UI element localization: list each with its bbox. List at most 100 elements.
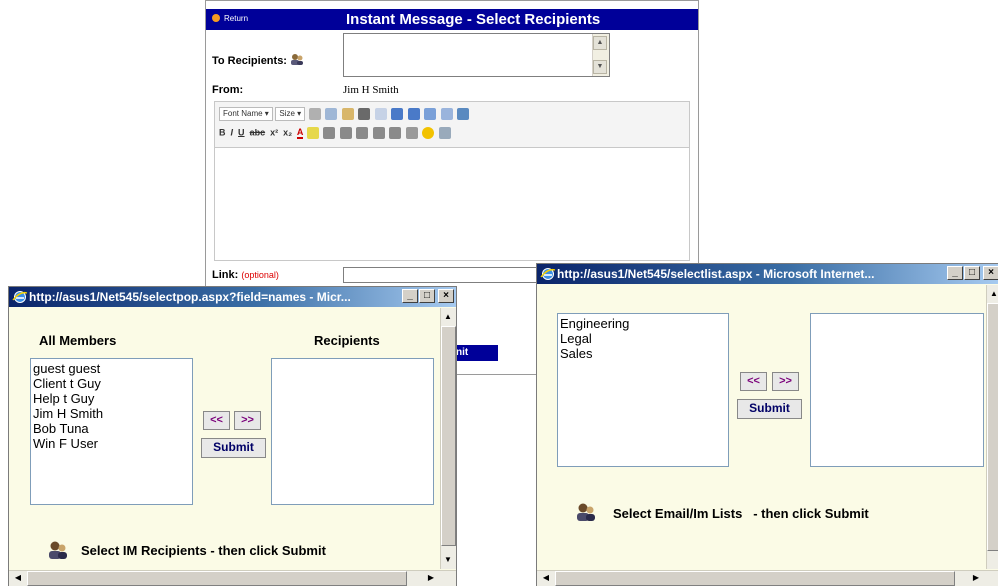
indent-icon[interactable] (389, 127, 402, 139)
link-icon[interactable] (438, 127, 451, 139)
submit-button[interactable]: nit (454, 345, 498, 361)
delete-icon[interactable] (358, 108, 371, 120)
message-editor[interactable] (214, 148, 690, 261)
instruction-text: Select IM Recipients - then click Submit (81, 543, 326, 558)
horizontal-scrollbar[interactable]: ◀ ▶ (537, 570, 998, 586)
scroll-right-icon[interactable]: ▶ (969, 571, 983, 585)
cut-icon[interactable] (308, 108, 321, 120)
list-item[interactable]: Legal (560, 331, 726, 346)
people-icon[interactable] (290, 53, 304, 65)
all-members-header: All Members (39, 333, 117, 348)
eraser-icon[interactable] (405, 127, 418, 139)
font-color-icon[interactable]: A (296, 127, 303, 140)
link-input[interactable] (343, 267, 543, 283)
edit-icon[interactable] (440, 108, 453, 120)
underline-icon[interactable]: U (238, 127, 245, 137)
bold-icon[interactable]: B (219, 127, 226, 137)
table-icon[interactable] (374, 108, 387, 120)
to-recipients-label: To Recipients: (212, 53, 304, 67)
list-item[interactable]: Jim H Smith (33, 406, 190, 421)
internet-explorer-icon (12, 291, 28, 303)
scroll-up-icon[interactable]: ▲ (441, 310, 455, 324)
scroll-down-icon[interactable]: ▼ (441, 553, 455, 567)
editor-toolbar: Font Name ▾ Size ▾ B I U abc x² x₂ A (214, 101, 690, 148)
move-left-button[interactable]: << (203, 411, 230, 430)
internet-explorer-icon (540, 268, 556, 280)
selected-lists-list[interactable] (810, 313, 984, 467)
people-icon (577, 503, 595, 521)
all-members-list[interactable]: guest guest Client t Guy Help t Guy Jim … (30, 358, 193, 505)
recipients-list[interactable] (271, 358, 434, 505)
scroll-up-icon[interactable]: ▲ (593, 36, 607, 50)
vertical-scrollbar[interactable]: ▲ (986, 285, 998, 569)
select-recipients-popup: http://asus1/Net545/selectpop.aspx?field… (8, 286, 457, 586)
form-title-bar: Return Instant Message - Select Recipien… (206, 9, 698, 30)
list-item[interactable]: Win F User (33, 436, 190, 451)
list-item[interactable]: Help t Guy (33, 391, 190, 406)
align-left-icon[interactable] (323, 127, 336, 139)
scroll-left-icon[interactable]: ◀ (539, 571, 553, 585)
people-icon (49, 541, 67, 559)
list-item[interactable]: Engineering (560, 316, 726, 331)
scroll-up-icon[interactable]: ▲ (987, 287, 998, 301)
spellcheck-icon[interactable] (457, 108, 470, 120)
list-item[interactable]: guest guest (33, 361, 190, 376)
return-link[interactable]: Return (212, 14, 248, 23)
close-icon[interactable]: × (438, 289, 454, 303)
paste-icon[interactable] (341, 108, 354, 120)
minimize-icon[interactable]: _ (402, 289, 418, 303)
move-right-button[interactable]: >> (234, 411, 261, 430)
image-icon[interactable] (424, 108, 437, 120)
submit-button[interactable]: Submit (737, 399, 802, 419)
align-right-icon[interactable] (356, 127, 369, 139)
font-size-dropdown[interactable]: Size ▾ (275, 107, 306, 121)
close-icon[interactable]: × (983, 266, 998, 280)
strikethrough-icon[interactable]: abc (250, 127, 266, 137)
popup-title: http://asus1/Net545/selectpop.aspx?field… (29, 290, 351, 304)
scroll-down-icon[interactable]: ▼ (593, 60, 607, 74)
instruction-text: Select Email/Im Lists - then click Submi… (613, 506, 869, 521)
italic-icon[interactable]: I (231, 127, 234, 137)
list-item[interactable]: Sales (560, 346, 726, 361)
popup-title-bar: http://asus1/Net545/selectpop.aspx?field… (9, 287, 456, 307)
copy-icon[interactable] (325, 108, 338, 120)
from-label: From: (212, 84, 244, 96)
return-label: Return (224, 14, 249, 23)
scroll-thumb[interactable] (987, 303, 998, 551)
select-lists-popup: http://asus1/Net545/selectlist.aspx - Mi… (536, 263, 998, 586)
submit-button[interactable]: Submit (201, 438, 266, 458)
subscript-icon[interactable]: x₂ (283, 127, 292, 137)
return-icon (212, 14, 220, 22)
to-recipients-scrollbar[interactable]: ▲ ▼ (592, 34, 609, 76)
scroll-right-icon[interactable]: ▶ (424, 571, 438, 585)
link-label: Link: (optional) (212, 269, 279, 281)
font-name-dropdown[interactable]: Font Name ▾ (219, 107, 273, 121)
from-value: Jim H Smith (343, 84, 399, 96)
popup-title-bar: http://asus1/Net545/selectlist.aspx - Mi… (537, 264, 998, 284)
scroll-thumb[interactable] (441, 326, 456, 546)
link-optional-note: (optional) (241, 270, 279, 280)
move-right-button[interactable]: >> (772, 372, 799, 391)
horizontal-scrollbar[interactable]: ◀ ▶ (9, 570, 456, 586)
align-center-icon[interactable] (339, 127, 352, 139)
to-recipients-field[interactable]: ▲ ▼ (343, 33, 610, 77)
highlight-icon[interactable] (306, 127, 319, 139)
smiley-icon[interactable] (422, 127, 435, 139)
scroll-thumb[interactable] (555, 571, 955, 586)
maximize-icon[interactable]: □ (419, 289, 435, 303)
undo-icon[interactable] (391, 108, 404, 120)
minimize-icon[interactable]: _ (947, 266, 963, 280)
outdent-icon[interactable] (372, 127, 385, 139)
list-item[interactable]: Bob Tuna (33, 421, 190, 436)
list-item[interactable]: Client t Guy (33, 376, 190, 391)
move-left-button[interactable]: << (740, 372, 767, 391)
maximize-icon[interactable]: □ (964, 266, 980, 280)
scroll-thumb[interactable] (27, 571, 407, 586)
email-lists-list[interactable]: Engineering Legal Sales (557, 313, 729, 467)
recipients-header: Recipients (314, 333, 380, 348)
form-title: Instant Message - Select Recipients (346, 11, 601, 28)
superscript-icon[interactable]: x² (270, 127, 278, 137)
vertical-scrollbar[interactable]: ▲ ▼ (440, 308, 456, 569)
scroll-left-icon[interactable]: ◀ (11, 571, 25, 585)
redo-icon[interactable] (407, 108, 420, 120)
